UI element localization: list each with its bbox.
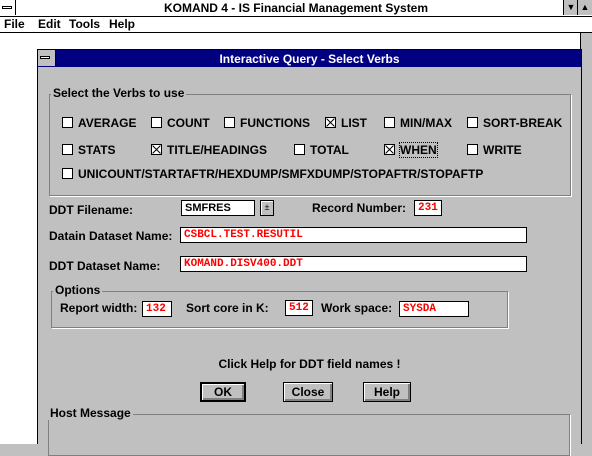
options-group-label: Options bbox=[53, 283, 103, 297]
checkbox-checked-icon bbox=[325, 117, 336, 128]
menu-help[interactable]: Help bbox=[109, 17, 135, 31]
help-hint-text: Click Help for DDT field names ! bbox=[218, 357, 401, 371]
work-space-field[interactable]: SYSDA bbox=[399, 301, 469, 317]
work-space-label: Work space: bbox=[321, 301, 393, 315]
ok-button[interactable]: OK bbox=[200, 382, 246, 402]
verb-sortbreak-checkbox[interactable]: SORT-BREAK bbox=[467, 116, 562, 130]
verb-minmax-checkbox[interactable]: MIN/MAX bbox=[384, 116, 452, 130]
verb-titleheadings-checkbox[interactable]: TITLE/HEADINGS bbox=[151, 143, 267, 157]
help-button[interactable]: Help bbox=[363, 382, 411, 402]
checkbox-icon bbox=[62, 117, 73, 128]
ddt-filename-field[interactable]: SMFRES bbox=[181, 200, 255, 216]
verb-when-checkbox[interactable]: WHEN bbox=[384, 142, 438, 158]
checkbox-icon bbox=[294, 144, 305, 155]
record-number-field[interactable]: 231 bbox=[414, 200, 442, 216]
datain-dataset-field[interactable]: CSBCL.TEST.RESUTIL bbox=[180, 227, 527, 243]
verb-average-checkbox[interactable]: AVERAGE bbox=[62, 116, 136, 130]
host-message-label: Host Message bbox=[48, 406, 133, 420]
checkbox-checked-icon bbox=[384, 144, 395, 155]
ddt-filename-label: DDT Filename: bbox=[49, 203, 134, 217]
dialog-title: Interactive Query - Select Verbs bbox=[219, 52, 400, 66]
datain-label: Datain Dataset Name: bbox=[49, 229, 173, 243]
checkbox-icon bbox=[384, 117, 395, 128]
record-number-label: Record Number: bbox=[312, 201, 407, 215]
sort-core-field[interactable]: 512 bbox=[285, 300, 313, 316]
checkbox-checked-icon bbox=[151, 144, 162, 155]
host-message-text bbox=[52, 422, 562, 436]
app-title-bar: KOMAND 4 - IS Financial Management Syste… bbox=[0, 0, 592, 17]
verb-unicount-checkbox[interactable]: UNICOUNT/STARTAFTR/HEXDUMP/SMFXDUMP/STOP… bbox=[62, 167, 483, 181]
ddt-dataset-field[interactable]: KOMAND.DISV400.DDT bbox=[180, 256, 527, 272]
menu-tools[interactable]: Tools bbox=[69, 17, 100, 31]
sort-core-label: Sort core in K: bbox=[186, 301, 269, 315]
verb-write-checkbox[interactable]: WRITE bbox=[467, 143, 522, 157]
report-width-label: Report width: bbox=[60, 301, 138, 315]
checkbox-icon bbox=[62, 144, 73, 155]
app-title: KOMAND 4 - IS Financial Management Syste… bbox=[163, 1, 429, 15]
verb-list-checkbox[interactable]: LIST bbox=[325, 116, 367, 130]
checkbox-icon bbox=[467, 144, 478, 155]
verb-functions-checkbox[interactable]: FUNCTIONS bbox=[224, 116, 310, 130]
checkbox-icon bbox=[224, 117, 235, 128]
dialog-title-bar: Interactive Query - Select Verbs bbox=[38, 50, 581, 67]
verb-stats-checkbox[interactable]: STATS bbox=[62, 143, 116, 157]
verbs-group-label: Select the Verbs to use bbox=[51, 86, 187, 100]
ddt-dataset-label: DDT Dataset Name: bbox=[49, 259, 161, 273]
minimize-button[interactable]: ▼ bbox=[563, 0, 578, 15]
checkbox-icon bbox=[62, 168, 73, 179]
checkbox-icon bbox=[467, 117, 478, 128]
menu-bar: File Edit Tools Help bbox=[0, 17, 592, 33]
menu-file[interactable]: File bbox=[4, 17, 25, 31]
checkbox-icon bbox=[151, 117, 162, 128]
close-button[interactable]: Close bbox=[283, 382, 333, 402]
verb-count-checkbox[interactable]: COUNT bbox=[151, 116, 210, 130]
maximize-button[interactable]: ▲ bbox=[577, 0, 592, 15]
ddt-filename-dropdown-button[interactable]: ± bbox=[260, 200, 274, 216]
menu-edit[interactable]: Edit bbox=[38, 17, 61, 31]
select-verbs-dialog: Interactive Query - Select Verbs Select … bbox=[37, 49, 582, 456]
verb-total-checkbox[interactable]: TOTAL bbox=[294, 143, 349, 157]
report-width-field[interactable]: 132 bbox=[142, 301, 172, 317]
